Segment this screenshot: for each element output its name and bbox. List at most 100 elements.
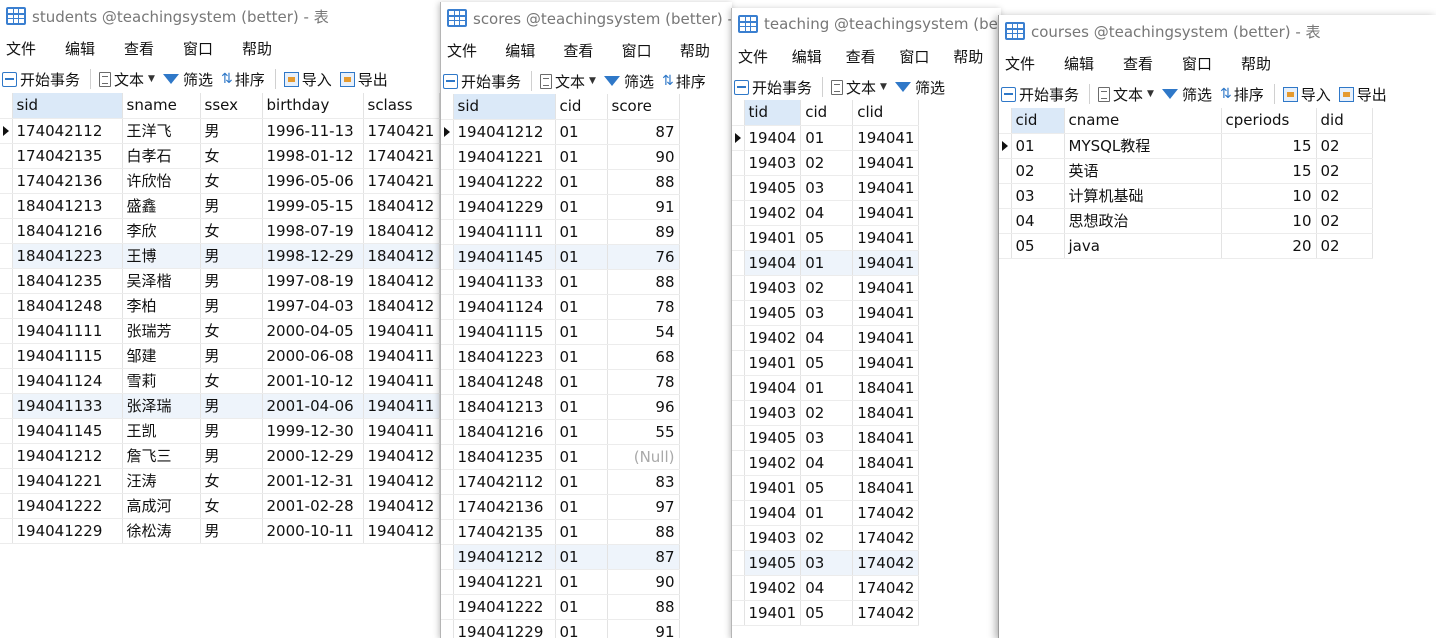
table-row[interactable]: 194041221 01 90 — [441, 569, 680, 595]
table-cell[interactable]: 76 — [607, 244, 680, 270]
teaching-window[interactable]: teaching @teachingsystem (bette 文件 编辑 查看… — [731, 8, 1001, 638]
table-cell[interactable]: 2000-04-05 — [262, 318, 364, 344]
table-cell[interactable]: 15 — [1221, 158, 1317, 184]
table-cell[interactable]: 高成河 — [122, 493, 201, 519]
title-bar[interactable]: students @teachingsystem (better) - 表 — [0, 0, 440, 32]
table-row[interactable]: 194041111 张瑞芳女 2000-04-05 1940411 — [0, 318, 440, 344]
row-indicator[interactable] — [441, 294, 454, 320]
table-cell[interactable]: 01 — [800, 125, 854, 151]
table-cell[interactable]: 01 — [555, 494, 608, 520]
row-indicator[interactable] — [441, 219, 454, 245]
table-cell[interactable]: 04 — [800, 575, 854, 601]
table-cell[interactable]: 男 — [200, 518, 263, 544]
filter-button[interactable]: 筛选 — [162, 69, 213, 90]
table-cell[interactable]: 87 — [607, 544, 680, 570]
table-row[interactable]: 194041145 01 76 — [441, 244, 680, 270]
row-indicator[interactable] — [999, 183, 1012, 209]
table-cell[interactable]: 2000-06-08 — [262, 343, 364, 369]
row-indicator[interactable] — [441, 194, 454, 220]
table-cell[interactable]: 184041216 — [12, 218, 123, 244]
menu-help[interactable]: 帮助 — [236, 38, 295, 59]
table-cell[interactable]: 19401 — [744, 225, 802, 251]
table-cell[interactable]: 01 — [555, 594, 608, 620]
table-cell[interactable]: 194041 — [852, 225, 920, 251]
table-row[interactable]: 19402 04 174042 — [732, 575, 920, 601]
table-cell[interactable]: 女 — [200, 143, 263, 169]
table-cell[interactable]: 194041 — [852, 300, 920, 326]
table-cell[interactable]: 194041212 — [453, 119, 556, 145]
menu-edit[interactable]: 编辑 — [1058, 53, 1117, 74]
row-indicator[interactable] — [0, 243, 13, 269]
table-cell[interactable]: 04 — [800, 200, 854, 226]
table-cell[interactable]: 194041229 — [453, 619, 556, 638]
table-cell[interactable]: 174042112 — [12, 118, 123, 144]
row-indicator[interactable] — [732, 300, 745, 326]
table-cell[interactable]: 184041223 — [453, 344, 556, 370]
column-header[interactable]: clid — [852, 100, 920, 126]
filter-button[interactable]: 筛选 — [603, 71, 654, 92]
table-cell[interactable]: 10 — [1221, 208, 1317, 234]
table-cell[interactable]: 96 — [607, 394, 680, 420]
table-row[interactable]: 194041124 01 78 — [441, 294, 680, 320]
table-cell[interactable]: 19404 — [744, 500, 802, 526]
table-cell[interactable]: 01 — [1011, 133, 1065, 159]
import-button[interactable]: 导入 — [1282, 84, 1331, 105]
table-cell[interactable]: 02 — [1316, 133, 1373, 159]
table-row[interactable]: 194041221 01 90 — [441, 144, 680, 170]
filter-button[interactable]: 筛选 — [894, 77, 945, 98]
table-cell[interactable]: 1940412 — [363, 468, 440, 494]
table-row[interactable]: 184041235 吴泽楷男 1997-08-19 1840412 — [0, 268, 440, 294]
table-cell[interactable]: 01 — [800, 250, 854, 276]
table-cell[interactable]: 89 — [607, 219, 680, 245]
column-header[interactable]: birthday — [262, 93, 364, 119]
table-cell[interactable]: 174042135 — [12, 143, 123, 169]
row-indicator[interactable] — [732, 425, 745, 451]
table-row[interactable]: 174042136 01 97 — [441, 494, 680, 520]
table-cell[interactable]: 1740421 — [363, 143, 440, 169]
column-header[interactable]: score — [607, 94, 680, 120]
table-cell[interactable]: 01 — [555, 169, 608, 195]
table-cell[interactable]: 01 — [555, 369, 608, 395]
menu-edit[interactable]: 编辑 — [59, 38, 118, 59]
row-indicator[interactable] — [732, 325, 745, 351]
table-row[interactable]: 194041229 01 91 — [441, 619, 680, 638]
table-cell[interactable]: 白孝石 — [122, 143, 201, 169]
menu-help[interactable]: 帮助 — [674, 40, 732, 61]
table-cell[interactable]: 李柏 — [122, 293, 201, 319]
table-cell[interactable]: 194041212 — [453, 544, 556, 570]
export-button[interactable]: 导出 — [1338, 84, 1387, 105]
table-cell[interactable]: 1940411 — [363, 368, 440, 394]
table-cell[interactable]: 194041 — [852, 125, 920, 151]
table-cell[interactable]: 78 — [607, 294, 680, 320]
table-cell[interactable]: 1998-01-12 — [262, 143, 364, 169]
table-cell[interactable]: 184041248 — [453, 369, 556, 395]
row-indicator[interactable] — [732, 275, 745, 301]
row-indicator[interactable] — [0, 268, 13, 294]
table-cell[interactable]: 1840412 — [363, 243, 440, 269]
table-cell[interactable]: 1940412 — [363, 493, 440, 519]
table-cell[interactable]: 02 — [800, 275, 854, 301]
table-row[interactable]: 194041229 01 91 — [441, 194, 680, 220]
table-row[interactable]: 19403 02 184041 — [732, 400, 920, 426]
table-row[interactable]: 194041212 01 87 — [441, 544, 680, 570]
students-window[interactable]: students @teachingsystem (better) - 表 文件… — [0, 0, 440, 638]
table-cell[interactable]: 55 — [607, 419, 680, 445]
table-row[interactable]: 194041212 詹飞三男 2000-12-29 1940412 — [0, 443, 440, 469]
data-grid[interactable]: sid sname ssex birthday sclass 174042112… — [0, 93, 440, 544]
row-indicator[interactable] — [0, 293, 13, 319]
column-header[interactable]: sid — [453, 94, 556, 120]
table-cell[interactable]: 张瑞芳 — [122, 318, 201, 344]
table-cell[interactable]: 05 — [800, 350, 854, 376]
table-cell[interactable]: 01 — [555, 194, 608, 220]
table-cell[interactable]: 01 — [555, 519, 608, 545]
table-cell[interactable]: 01 — [555, 469, 608, 495]
table-row[interactable]: 194041222 01 88 — [441, 594, 680, 620]
column-header[interactable]: sname — [122, 93, 201, 119]
table-cell[interactable]: 男 — [200, 118, 263, 144]
row-indicator[interactable] — [0, 193, 13, 219]
column-header[interactable]: cid — [1011, 108, 1065, 134]
text-button[interactable]: 文本 ▼ — [540, 71, 596, 92]
table-cell[interactable]: 10 — [1221, 183, 1317, 209]
table-cell[interactable]: 王博 — [122, 243, 201, 269]
row-indicator[interactable] — [441, 394, 454, 420]
